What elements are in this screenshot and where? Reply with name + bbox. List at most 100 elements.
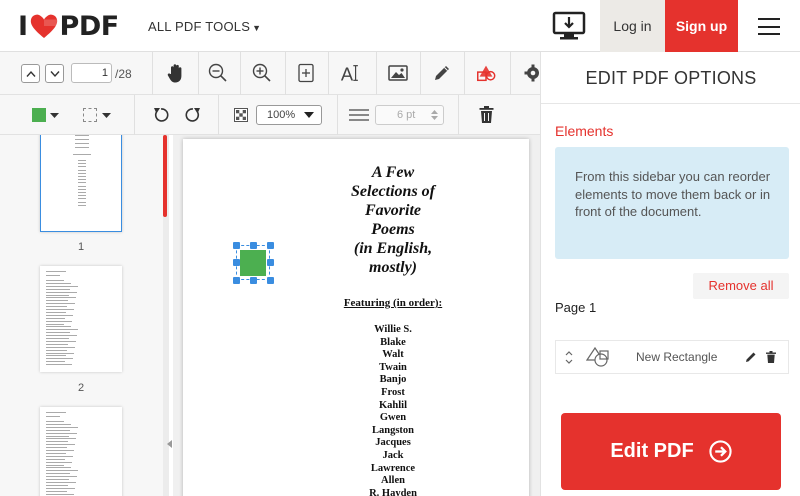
thumbnail-text-line — [46, 314, 73, 316]
thumbnail-text-line — [46, 481, 76, 483]
chevron-up-icon — [25, 70, 36, 77]
caret-down-icon — [304, 112, 314, 118]
previous-page-button[interactable] — [21, 64, 40, 83]
thumbnail-text-line — [78, 169, 86, 171]
toolbar-divider — [134, 95, 135, 135]
rotate-left-icon[interactable] — [152, 106, 170, 124]
thumbnail-text-line — [78, 195, 86, 197]
desktop-download-icon[interactable] — [552, 11, 586, 41]
edit-options-sidebar: EDIT PDF OPTIONS Elements From this side… — [540, 52, 800, 496]
login-button[interactable]: Log in — [600, 0, 665, 52]
resize-handle[interactable] — [250, 277, 257, 284]
add-page-icon[interactable] — [295, 62, 317, 84]
thumbnail-text-line — [46, 311, 66, 313]
thumbnail-text-line — [46, 275, 60, 276]
zoom-in-icon[interactable] — [251, 62, 273, 84]
add-text-icon[interactable]: A — [340, 62, 362, 84]
trash-icon[interactable] — [479, 106, 494, 123]
resize-handle[interactable] — [267, 242, 274, 249]
opacity-value: 100% — [267, 109, 296, 121]
thumbnail-text-line — [75, 143, 89, 144]
green-rectangle-shape[interactable] — [240, 250, 266, 276]
gear-icon[interactable] — [522, 62, 540, 84]
toolbar-divider — [420, 52, 421, 95]
thumbnail-text-line — [78, 160, 86, 161]
thumbnail-scrollbar-thumb[interactable] — [163, 135, 167, 217]
opacity-select[interactable]: 100% — [256, 105, 322, 125]
document-title-line: mostly) — [369, 259, 417, 276]
logo-text-left: I — [18, 10, 28, 42]
remove-all-button[interactable]: Remove all — [693, 273, 789, 299]
collapse-panel-icon[interactable] — [167, 440, 172, 448]
document-author-name: Banjo — [379, 374, 407, 386]
resize-handle[interactable] — [233, 242, 240, 249]
thumbnail-text-line — [46, 297, 76, 299]
line-weight-icon — [349, 109, 369, 121]
document-author-name: Blake — [380, 336, 406, 348]
thumbnail-text-line — [78, 192, 86, 193]
all-pdf-tools-menu[interactable]: ALL PDF TOOLS ▼ — [148, 19, 261, 34]
fill-color-swatch[interactable] — [32, 108, 46, 122]
thumbnail-text-line — [78, 188, 86, 190]
thumbnail-text-line — [46, 441, 68, 443]
rotate-right-icon[interactable] — [184, 106, 202, 124]
thumbnail-text-line — [78, 198, 86, 200]
resize-handle[interactable] — [233, 259, 240, 266]
border-color-swatch[interactable] — [83, 108, 97, 122]
sidebar-title: EDIT PDF OPTIONS — [541, 52, 800, 104]
stepper-arrows-icon[interactable] — [431, 109, 438, 121]
reorder-arrows-icon[interactable] — [565, 350, 573, 365]
caret-down-icon[interactable] — [102, 113, 111, 118]
edit-pdf-button-label: Edit PDF — [610, 440, 694, 462]
top-header: I PDF ALL PDF TOOLS ▼ Log in Sign up — [0, 0, 800, 52]
pdf-page[interactable]: A Few Selections of Favorite Poems (in Engli… — [183, 139, 529, 496]
thumbnail-text-line — [46, 444, 75, 446]
thumbnail-text-line — [46, 423, 71, 425]
resize-handle[interactable] — [267, 277, 274, 284]
page-thumbnail[interactable] — [40, 407, 122, 496]
document-author-name: Kahlil — [378, 399, 407, 411]
edit-pdf-button[interactable]: Edit PDF — [561, 413, 781, 490]
toolbar-divider — [328, 52, 329, 95]
thumbnail-text-line — [46, 473, 70, 475]
page-thumbnail[interactable] — [40, 266, 122, 372]
shapes-icon — [586, 346, 609, 367]
element-list-item[interactable]: New Rectangle — [555, 340, 789, 374]
resize-handle[interactable] — [250, 242, 257, 249]
thumbnail-text-line — [73, 154, 91, 155]
editor-toolbar-top: 1 /28 A — [0, 52, 540, 95]
resize-handle[interactable] — [233, 277, 240, 284]
thumbnail-text-line — [46, 358, 73, 360]
thumbnail-text-line — [46, 458, 65, 460]
svg-text:A: A — [341, 63, 354, 84]
thumbnail-text-line — [75, 147, 89, 148]
stroke-width-input[interactable]: 6 pt — [375, 105, 444, 125]
thumbnail-text-line — [46, 346, 75, 348]
page-number-input[interactable]: 1 — [71, 63, 112, 83]
hand-pan-icon[interactable] — [165, 62, 187, 84]
thumbnail-text-line — [46, 352, 74, 354]
hamburger-menu-icon[interactable] — [758, 18, 780, 35]
thumbnail-text-line — [46, 303, 75, 305]
document-author-name: Frost — [381, 386, 405, 398]
document-title-line: (in English, — [353, 240, 433, 257]
resize-handle[interactable] — [267, 259, 274, 266]
thumbnail-text-line — [46, 461, 72, 463]
pencil-edit-icon[interactable] — [745, 351, 757, 363]
signup-button[interactable]: Sign up — [665, 0, 738, 52]
document-title-line: Favorite — [365, 202, 421, 219]
page-thumbnail[interactable] — [40, 135, 122, 232]
thumbnail-text-line — [78, 182, 86, 184]
toolbar-divider — [337, 95, 338, 135]
thumbnail-text-line — [46, 490, 67, 492]
toolbar-divider — [464, 52, 465, 95]
trash-icon[interactable] — [766, 351, 776, 363]
next-page-button[interactable] — [45, 64, 64, 83]
ilovepdf-logo[interactable]: I PDF — [18, 10, 119, 42]
add-image-icon[interactable] — [387, 62, 409, 84]
pencil-draw-icon[interactable] — [431, 62, 453, 84]
zoom-out-icon[interactable] — [207, 62, 229, 84]
document-title-line: Poems — [371, 221, 415, 238]
caret-down-icon[interactable] — [50, 113, 59, 118]
shapes-tool-icon[interactable] — [475, 62, 497, 84]
